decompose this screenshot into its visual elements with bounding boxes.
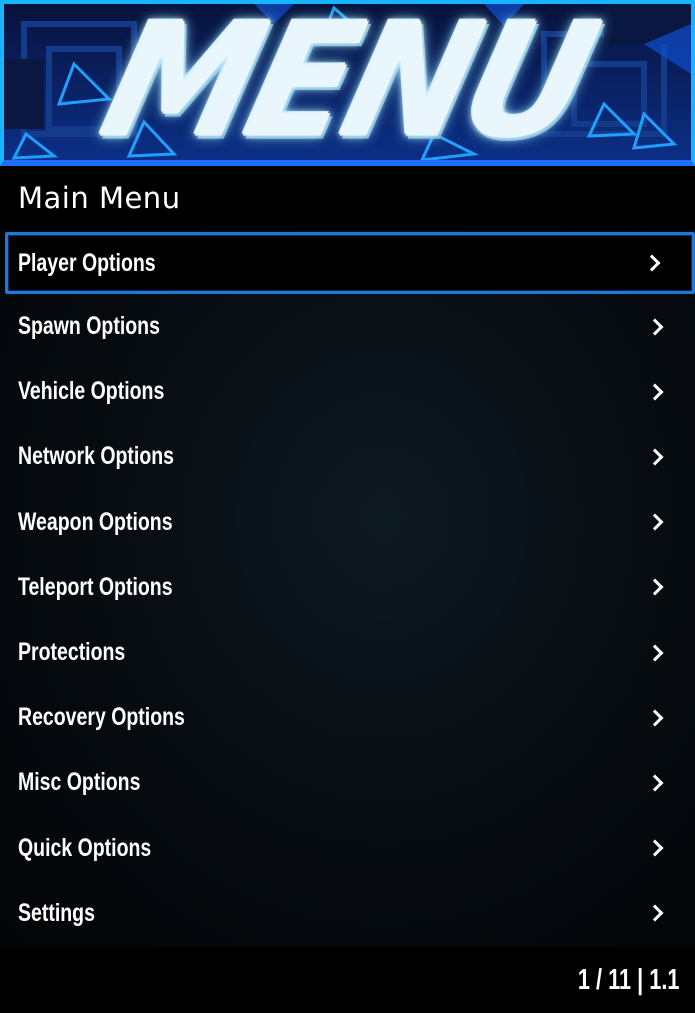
option-label: Quick Options (18, 833, 152, 862)
banner-title: MENU (4, 4, 691, 160)
option-label: Recovery Options (18, 703, 185, 732)
chevron-right-icon (646, 644, 664, 662)
chevron-right-icon (646, 774, 664, 792)
option-settings[interactable]: Settings (0, 881, 695, 946)
footer-status: 1 / 11 | 1.1 (577, 963, 679, 996)
chevron-right-icon (643, 254, 661, 272)
option-recovery-options[interactable]: Recovery Options (0, 685, 695, 750)
option-misc-options[interactable]: Misc Options (0, 750, 695, 815)
options-list: Player Options Spawn Options Vehicle Opt… (0, 230, 695, 947)
option-label: Player Options (18, 248, 156, 277)
option-spawn-options[interactable]: Spawn Options (0, 294, 695, 359)
option-vehicle-options[interactable]: Vehicle Options (0, 359, 695, 424)
chevron-right-icon (646, 578, 664, 596)
chevron-right-icon (646, 383, 664, 401)
option-label: Settings (18, 898, 95, 927)
option-label: Vehicle Options (18, 377, 165, 406)
menu-subtitle: Main Menu (18, 181, 181, 215)
option-network-options[interactable]: Network Options (0, 424, 695, 489)
chevron-right-icon (646, 513, 664, 531)
option-label: Weapon Options (18, 507, 173, 536)
chevron-right-icon (646, 709, 664, 727)
chevron-right-icon (646, 318, 664, 336)
option-label: Network Options (18, 442, 175, 471)
menu-banner: MENU (0, 0, 695, 166)
option-player-options[interactable]: Player Options (5, 232, 695, 294)
chevron-right-icon (646, 839, 664, 857)
option-label: Protections (18, 638, 126, 667)
menu-panel: MENU Main Menu Player Options Spawn Opti… (0, 0, 695, 1013)
option-weapon-options[interactable]: Weapon Options (0, 490, 695, 555)
option-quick-options[interactable]: Quick Options (0, 816, 695, 881)
option-label: Misc Options (18, 768, 141, 797)
option-label: Spawn Options (18, 312, 160, 341)
chevron-right-icon (646, 448, 664, 466)
chevron-right-icon (646, 904, 664, 922)
menu-footer: 1 / 11 | 1.1 (0, 947, 695, 1013)
option-protections[interactable]: Protections (0, 620, 695, 685)
option-label: Teleport Options (18, 572, 173, 601)
subtitle-bar: Main Menu (0, 166, 695, 230)
option-teleport-options[interactable]: Teleport Options (0, 555, 695, 620)
